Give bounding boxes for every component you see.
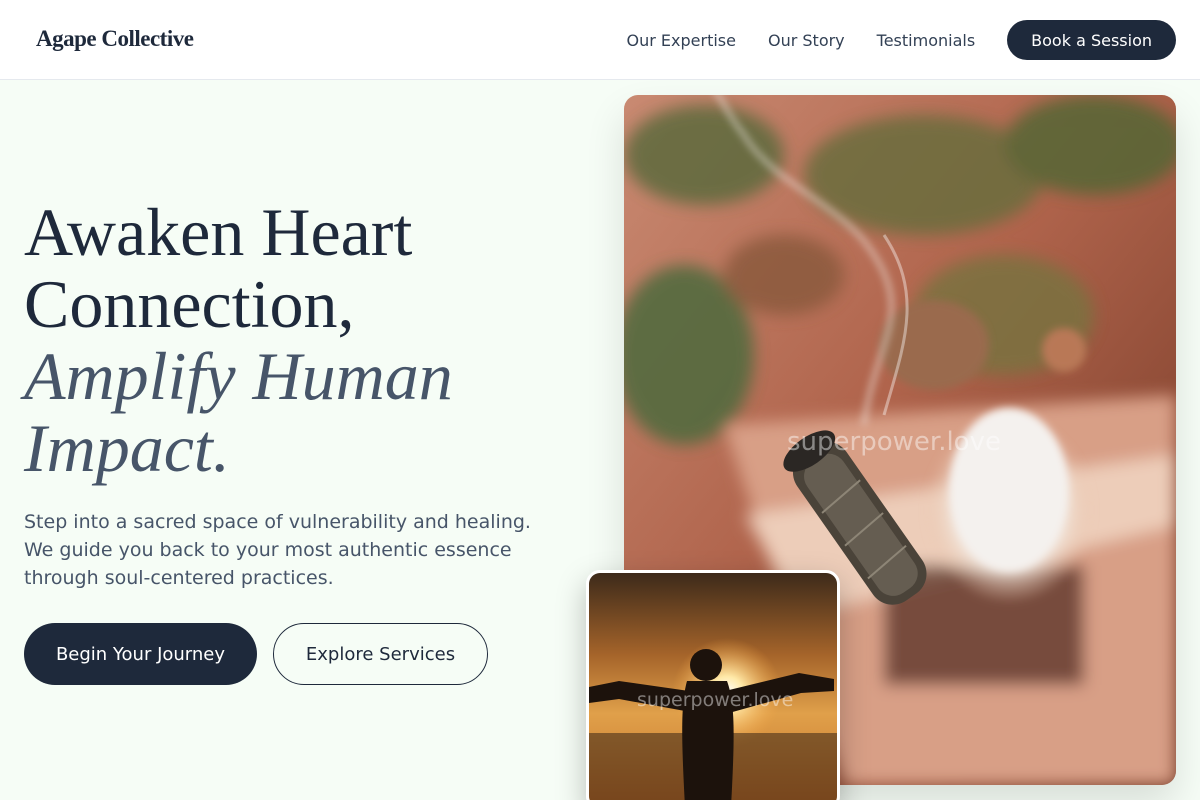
site-logo[interactable]: Agape Collective <box>36 26 194 52</box>
nav-link-story[interactable]: Our Story <box>768 31 845 50</box>
explore-services-button[interactable]: Explore Services <box>273 623 488 685</box>
small-image-watermark: superpower.love <box>637 689 794 711</box>
hero-headline: Awaken Heart Connection, Amplify Human I… <box>24 196 604 484</box>
nav-link-expertise[interactable]: Our Expertise <box>627 31 736 50</box>
headline-line-1: Awaken Heart <box>24 194 413 270</box>
begin-journey-button[interactable]: Begin Your Journey <box>24 623 257 685</box>
headline-accent-line-1: Amplify Human <box>24 338 453 414</box>
headline-line-2: Connection, <box>24 266 355 342</box>
site-header: Agape Collective Our Expertise Our Story… <box>0 0 1200 80</box>
headline-accent-line-2: Impact. <box>24 410 230 486</box>
book-session-button[interactable]: Book a Session <box>1007 20 1176 60</box>
hero-small-image: superpower.love <box>586 570 840 800</box>
hero-subtext: Step into a sacred space of vulnerabilit… <box>24 511 531 589</box>
main-image-watermark: superpower.love <box>787 427 1001 457</box>
main-nav: Our Expertise Our Story Testimonials Boo… <box>627 20 1176 60</box>
nav-link-testimonials[interactable]: Testimonials <box>877 31 976 50</box>
